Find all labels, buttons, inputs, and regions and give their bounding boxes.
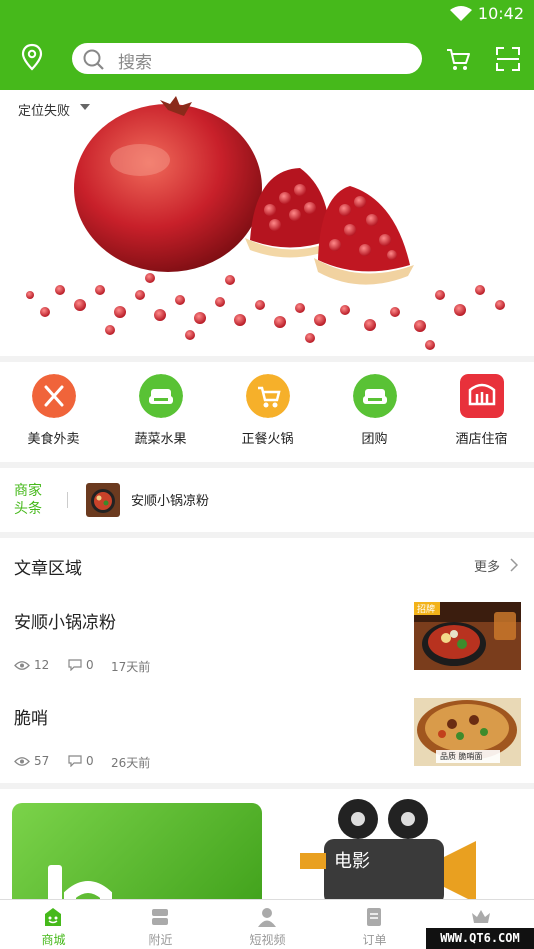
category-label: 酒店住宿	[455, 432, 508, 447]
promo-logo	[48, 865, 112, 899]
chevron-right-icon[interactable]	[510, 558, 518, 572]
article-time: 17天前	[111, 660, 151, 674]
tab-nearby[interactable]: 附近	[107, 900, 214, 949]
article-thumbnail: 招牌	[414, 602, 521, 670]
status-bar: 10:42	[0, 0, 534, 30]
tab-shop[interactable]: 商城	[0, 900, 107, 949]
article-item[interactable]: 安顺小锅凉粉 12 0 17天前 招牌	[0, 602, 534, 698]
promo-card[interactable]	[12, 803, 262, 899]
crown-icon	[472, 910, 490, 923]
search-input[interactable]: 搜索	[72, 43, 422, 74]
category-hotpot[interactable]: 正餐火锅	[214, 362, 321, 462]
more-link[interactable]: 更多	[474, 556, 500, 575]
category-label: 蔬菜水果	[134, 432, 187, 447]
tab-orders[interactable]: 订单	[321, 900, 428, 949]
article-time: 26天前	[111, 756, 151, 770]
sofa-icon	[353, 374, 397, 418]
wifi-icon	[450, 6, 472, 21]
top-header: 10:42 搜索	[0, 0, 534, 90]
headline-tag: 商家头条	[14, 483, 42, 517]
tab-label: 商城	[41, 933, 66, 947]
divider	[67, 492, 68, 508]
category-label: 团购	[361, 432, 388, 447]
eye-icon	[14, 661, 30, 670]
comment-count: 0	[86, 658, 94, 672]
shop-icon	[45, 908, 61, 926]
promo-area[interactable]: 电影	[0, 789, 534, 899]
tab-label: 短视频	[249, 933, 286, 947]
cart-icon[interactable]	[444, 45, 472, 73]
banner-image[interactable]	[0, 90, 534, 356]
status-time: 10:42	[477, 4, 524, 23]
app-screen: 10:42 搜索 定位失败 美食外卖 蔬菜水果 正餐火锅 团购 酒店住宿 商家头…	[0, 0, 534, 949]
category-group-buy[interactable]: 团购	[321, 362, 428, 462]
scan-icon[interactable]	[494, 45, 522, 73]
video-icon	[258, 908, 276, 927]
hotel-icon	[460, 374, 504, 418]
article-section: 文章区域 更多 安顺小锅凉粉 12 0 17天前 招牌 脆哨 57 0 26天前…	[0, 538, 534, 783]
location-pin-icon[interactable]	[16, 42, 48, 74]
movie-camera-icon	[300, 799, 476, 899]
sofa-icon	[139, 374, 183, 418]
pomegranate-illustration	[26, 96, 505, 350]
order-icon	[367, 908, 381, 926]
section-title: 文章区域	[14, 559, 82, 579]
tab-label: 订单	[362, 933, 387, 947]
movie-label: 电影	[334, 851, 370, 872]
category-hotel[interactable]: 酒店住宿	[428, 362, 534, 462]
category-vegetables-fruit[interactable]: 蔬菜水果	[107, 362, 214, 462]
caret-down-icon[interactable]	[80, 104, 90, 110]
comment-icon	[68, 659, 82, 671]
eye-icon	[14, 757, 30, 766]
site-watermark: WWW.QT6.COM	[426, 928, 534, 949]
article-title: 脆哨	[14, 709, 48, 729]
view-count: 12	[34, 658, 50, 672]
location-status[interactable]: 定位失败	[18, 100, 70, 119]
utensils-icon	[32, 374, 76, 418]
comment-icon	[68, 755, 82, 767]
headline-thumbnail	[86, 483, 120, 517]
stroller-icon	[246, 374, 290, 418]
merchant-headline[interactable]: 商家头条 安顺小锅凉粉	[0, 468, 534, 532]
nearby-icon	[152, 909, 168, 925]
search-placeholder: 搜索	[118, 53, 152, 73]
article-thumbnail: 品质 脆哨面	[414, 698, 521, 766]
search-icon	[83, 49, 104, 70]
article-title: 安顺小锅凉粉	[14, 613, 116, 633]
tab-short-video[interactable]: 短视频	[214, 900, 321, 949]
view-count: 57	[34, 754, 50, 768]
thumbnail-caption: 品质 脆哨面	[440, 752, 483, 761]
category-food-delivery[interactable]: 美食外卖	[0, 362, 107, 462]
category-label: 正餐火锅	[241, 432, 294, 447]
tab-label: 附近	[148, 933, 173, 947]
article-item[interactable]: 脆哨 57 0 26天前 品质 脆哨面	[0, 698, 534, 794]
category-label: 美食外卖	[27, 432, 80, 447]
category-grid: 美食外卖 蔬菜水果 正餐火锅 团购 酒店住宿	[0, 362, 534, 462]
comment-count: 0	[86, 754, 94, 768]
thumbnail-badge: 招牌	[417, 605, 436, 615]
headline-text: 安顺小锅凉粉	[131, 494, 210, 509]
